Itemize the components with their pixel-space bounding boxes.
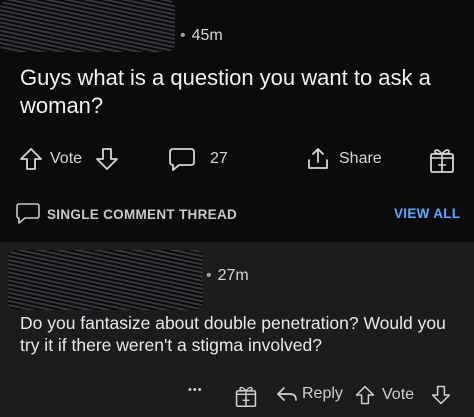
gift-icon (235, 386, 257, 408)
view-all-link[interactable]: VIEW ALL (394, 206, 460, 221)
single-comment-thread: SINGLE COMMENT THREAD (15, 202, 237, 226)
arrow-up-icon (20, 148, 42, 170)
post-meta: • 45m (180, 27, 223, 45)
comment-count: 27 (210, 150, 228, 167)
comment-downvote-button[interactable] (430, 384, 452, 406)
reply-label: Reply (302, 385, 343, 402)
share-button[interactable]: Share (305, 146, 382, 172)
redacted-author (0, 0, 175, 52)
comment-bubble-icon (16, 203, 40, 224)
comment-meta: • 27m (206, 267, 249, 285)
comment-time: 27m (217, 267, 249, 284)
vote-label: Vote (50, 150, 83, 167)
gift-icon (430, 149, 454, 173)
comments-button[interactable]: 27 (168, 146, 228, 172)
comment-upvote-button[interactable]: Vote (354, 384, 414, 406)
more-options-button[interactable]: ••• (188, 384, 203, 396)
arrow-down-icon (96, 148, 118, 170)
award-button[interactable] (428, 146, 456, 174)
post-title[interactable]: Guys what is a question you want to ask … (20, 64, 450, 120)
share-icon (308, 148, 328, 169)
upvote-button[interactable]: Vote (18, 146, 82, 172)
post-action-bar: Vote 27 Share (0, 146, 474, 176)
reply-button[interactable]: Reply (276, 384, 343, 404)
comment-bubble-icon (169, 148, 195, 171)
comment-award-button[interactable] (234, 384, 258, 408)
arrow-up-icon (355, 385, 375, 405)
post-card: • 45m Guys what is a question you want to… (0, 0, 474, 190)
comment-text: Do you fantasize about double penetratio… (20, 313, 446, 355)
share-label: Share (339, 150, 382, 167)
comment-card: • 27m Do you fantasize about double penet… (0, 242, 474, 417)
comment-vote-label: Vote (382, 386, 415, 403)
more-options-icon: ••• (188, 384, 203, 396)
post-time: 45m (191, 27, 223, 44)
arrow-down-icon (431, 385, 451, 405)
meta-dot: • (206, 267, 212, 284)
reply-arrow-icon (277, 387, 297, 401)
single-comment-label: SINGLE COMMENT THREAD (47, 206, 238, 222)
downvote-button[interactable] (94, 146, 120, 172)
redacted-commenter (8, 250, 203, 310)
meta-dot: • (180, 27, 186, 44)
